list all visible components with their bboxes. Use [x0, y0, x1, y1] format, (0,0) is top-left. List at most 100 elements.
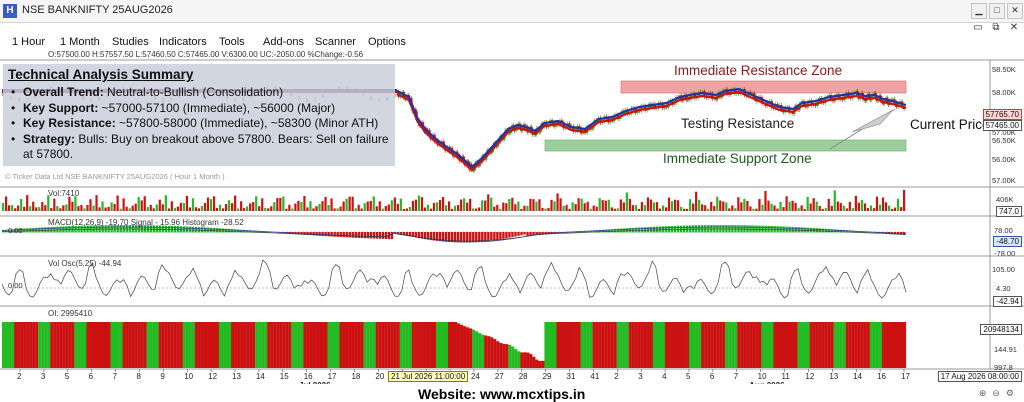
oi-bar: [53, 322, 57, 368]
volume-bar: [667, 197, 671, 211]
volume-bar: [53, 198, 56, 211]
macd-histogram-bar: [218, 228, 222, 233]
zoom-in-icon[interactable]: ⊕: [979, 388, 993, 398]
macd-histogram-bar: [188, 226, 192, 233]
macd-histogram-bar: [502, 232, 505, 239]
oi-bar: [887, 322, 892, 368]
volume-bar: [469, 198, 472, 211]
x-date-label: 10: [757, 372, 767, 381]
oi-bar: [595, 322, 599, 368]
oi-bar: [833, 322, 837, 368]
oi-bar: [670, 322, 675, 368]
oi-bar: [209, 322, 214, 368]
oi-bar: [342, 322, 346, 368]
volume-bar: [658, 208, 662, 211]
oi-bar: [896, 322, 901, 368]
settings-icon[interactable]: ⚙: [1006, 388, 1020, 398]
macd-histogram-bar: [206, 227, 210, 233]
volume-bar: [559, 198, 562, 211]
oi-bar: [788, 322, 792, 368]
oi-bar: [574, 322, 578, 368]
macd-histogram-bar: [526, 232, 529, 236]
volume-bar: [586, 201, 589, 211]
oi-bar: [475, 331, 479, 368]
oi-bar: [704, 322, 708, 368]
volume-bar: [562, 205, 565, 211]
volume-bar: [640, 202, 644, 211]
oi-bar: [206, 322, 211, 368]
volume-bar: [438, 199, 442, 211]
volume-bar: [420, 197, 424, 211]
oi-bar: [74, 322, 78, 368]
volume-bar: [26, 195, 29, 211]
volume-bar: [324, 196, 327, 211]
macd-histogram-bar: [791, 226, 794, 233]
oi-bar: [710, 322, 714, 368]
macd-histogram-bar: [490, 232, 493, 241]
footer-toolbar: ⊕⊖⚙: [979, 388, 1020, 399]
volume-bar: [414, 199, 418, 211]
oi-bar: [8, 322, 12, 368]
volume-bar: [583, 203, 586, 211]
oi-bar: [134, 322, 138, 368]
volume-bar: [875, 196, 879, 211]
x-date-label: 5: [685, 372, 691, 381]
volume-bar: [890, 208, 894, 211]
oi-bar: [526, 352, 530, 368]
zoom-out-icon[interactable]: ⊖: [992, 388, 1006, 398]
macd-histogram-bar: [806, 227, 809, 233]
volume-bar: [50, 208, 53, 211]
analysis-item-label: Key Resistance:: [23, 116, 116, 130]
volume-bar: [306, 207, 309, 211]
volume-bar: [387, 204, 390, 211]
x-date-label: 7: [112, 372, 118, 381]
volume-bar: [686, 208, 689, 211]
oi-bar: [683, 322, 687, 368]
oi-bar: [490, 337, 494, 368]
volume-bar: [800, 205, 803, 211]
oi-bar: [228, 322, 232, 368]
analysis-item-label: Strategy:: [23, 131, 76, 146]
volume-bar: [372, 196, 375, 211]
oi-bar: [758, 322, 762, 368]
oi-bar: [815, 322, 819, 368]
volume-bar: [734, 208, 737, 211]
volume-bar: [884, 202, 888, 211]
volume-bar: [794, 202, 797, 211]
red-moving-average: [396, 90, 907, 172]
macd-histogram-bar: [209, 227, 213, 233]
oi-bar: [243, 322, 247, 368]
volume-bar: [683, 208, 686, 211]
oi-bar: [812, 322, 816, 368]
volume-bar: [481, 200, 484, 211]
volosc-zero-label: 0.00: [8, 281, 23, 290]
macd-histogram-bar: [375, 232, 379, 239]
volume-bar: [646, 197, 650, 211]
volume-bar: [731, 205, 734, 211]
x-date-label: 18: [351, 372, 361, 381]
oi-bar: [701, 322, 705, 368]
oi-bar: [435, 322, 440, 368]
macd-histogram-bar: [634, 227, 638, 233]
volume-bar: [441, 197, 445, 211]
oi-bar: [863, 322, 867, 368]
oi-bar: [851, 322, 855, 368]
oi-bar: [646, 322, 650, 368]
volume-bar: [902, 189, 906, 211]
analysis-item-strategy: Strategy: Bulls: Buy on breakout above 5…: [11, 132, 393, 163]
macd-histogram-bar: [767, 225, 770, 233]
volume-bar: [2, 203, 5, 211]
oi-bar: [676, 322, 681, 368]
volume-bar: [11, 205, 14, 211]
volume-bar: [541, 207, 544, 211]
oi-bar: [80, 322, 84, 368]
volume-bar: [643, 205, 647, 211]
chart-canvas[interactable]: [0, 0, 1024, 402]
oi-bar: [167, 322, 171, 368]
oi-bar: [56, 322, 60, 368]
oi-bar: [366, 322, 370, 368]
oi-bar: [842, 322, 846, 368]
macd-histogram-bar: [333, 232, 336, 237]
oi-bar: [408, 322, 412, 368]
volume-bar: [535, 201, 538, 211]
